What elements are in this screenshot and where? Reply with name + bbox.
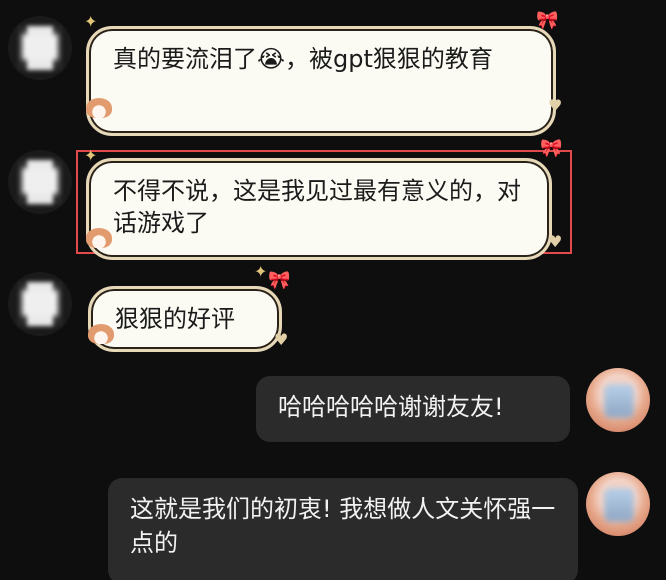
sparkle-icon: ✦ [84,12,98,31]
fox-sticker-icon [86,228,112,248]
heart-icon: ♥ [548,232,563,251]
message-bubble[interactable]: 不得不说，这是我见过最有意义的，对话游戏了 [86,158,552,260]
contact-avatar[interactable] [8,150,72,214]
message-bubble[interactable]: 哈哈哈哈哈谢谢友友! [256,376,570,442]
sparkle-icon: ✦ [254,262,268,281]
user-avatar[interactable] [586,368,650,432]
ribbon-icon: 🎀 [540,138,563,159]
heart-icon: ♥ [274,330,289,349]
message-text: 真的要流泪了😭，被gpt狠狠的教育 [113,45,493,73]
message-text: 不得不说，这是我见过最有意义的，对话游戏了 [113,177,521,237]
fox-sticker-icon [86,98,112,118]
message-bubble[interactable]: 这就是我们的初衷! 我想做人文关怀强一点的 [108,478,578,580]
message-bubble[interactable]: 真的要流泪了😭，被gpt狠狠的教育 [86,26,556,136]
ribbon-icon: 🎀 [268,270,291,291]
user-avatar[interactable] [586,472,650,536]
fox-sticker-icon [88,324,114,344]
chat-screen: ✦ 🎀 真的要流泪了😭，被gpt狠狠的教育 ♥ ✦ 🎀 不得不说，这是我见过最有… [0,0,666,580]
heart-icon: ♥ [548,96,563,115]
message-text: 哈哈哈哈哈谢谢友友! [278,393,504,421]
message-text: 狠狠的好评 [115,305,235,333]
contact-avatar[interactable] [8,16,72,80]
message-text: 这就是我们的初衷! 我想做人文关怀强一点的 [130,495,556,557]
sparkle-icon: ✦ [84,146,98,165]
contact-avatar[interactable] [8,272,72,336]
message-bubble[interactable]: 狠狠的好评 [88,286,282,352]
